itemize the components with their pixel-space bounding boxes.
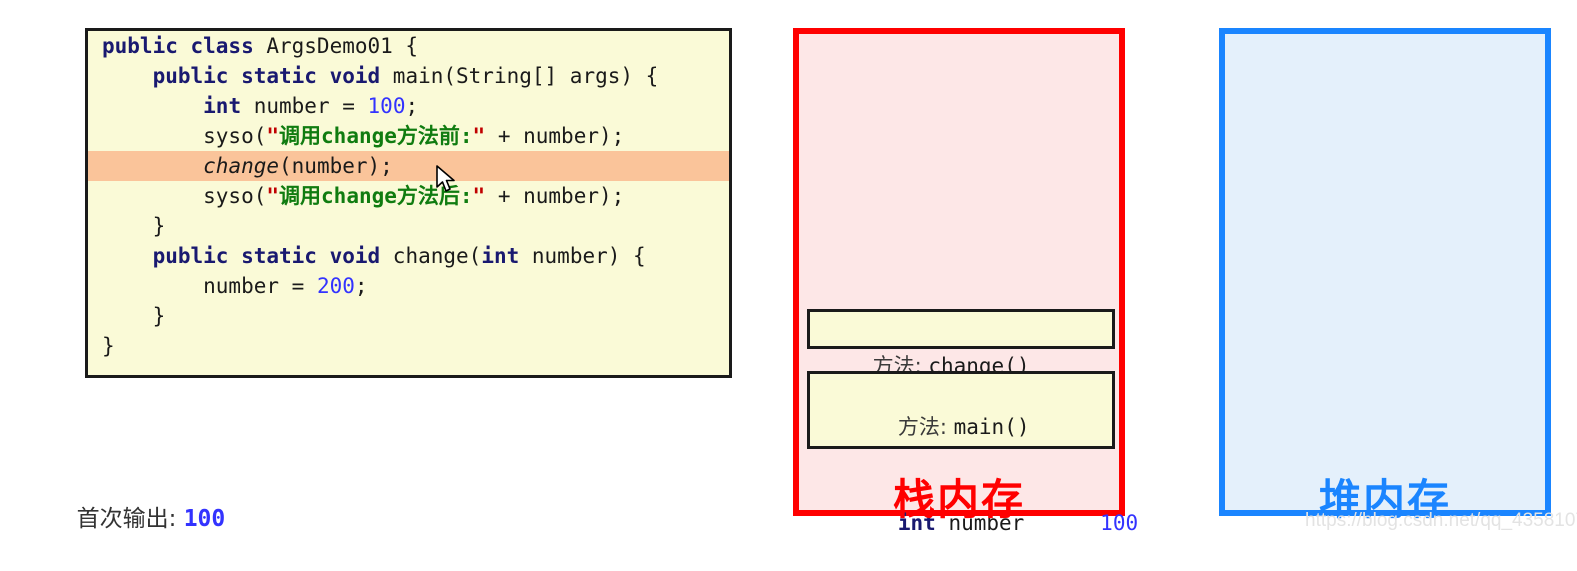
- code-token-plain: syso(: [102, 124, 267, 148]
- code-line: syso("调用change方法前:" + number);: [88, 121, 729, 151]
- code-line: }: [88, 301, 729, 331]
- code-line: public static void main(String[] args) {: [88, 61, 729, 91]
- code-line: number = 200;: [88, 271, 729, 301]
- first-output-value: 100: [183, 506, 226, 532]
- watermark: https://blog.csdn.net/qq_43581078: [1305, 510, 1577, 531]
- code-line: int number = 100;: [88, 91, 729, 121]
- stack-frame-change: 方法: change(): [807, 309, 1115, 378]
- code-token-quote: ": [266, 184, 280, 208]
- stack-memory-panel: 方法: change() 方法: main() int number 100 栈…: [793, 28, 1138, 535]
- code-token-plain: }: [102, 214, 166, 238]
- first-output-label: 首次输出:: [76, 506, 184, 532]
- code-listing: public class ArgsDemo01 { public static …: [88, 31, 729, 361]
- code-token-quote: ": [472, 124, 486, 148]
- code-token-kw: int: [481, 244, 520, 268]
- frame-main-title: 方法: main(): [822, 379, 1112, 475]
- code-token-plain: change(: [380, 244, 482, 268]
- code-token-kw: int: [203, 94, 242, 118]
- code-token-plain: main(String[] args) {: [380, 64, 659, 88]
- frame-main-title-prefix: 方法:: [897, 415, 954, 439]
- code-token-num: 100: [367, 94, 406, 118]
- code-token-str: 调用change方法前:: [279, 124, 473, 148]
- code-token-quote: ": [266, 124, 280, 148]
- code-token-kw: public static void: [152, 244, 381, 268]
- code-token-plain: }: [102, 304, 166, 328]
- code-line: public class ArgsDemo01 {: [88, 31, 729, 61]
- code-line: change(number);: [88, 151, 729, 181]
- stack-memory-label: 栈内存: [892, 475, 1025, 524]
- code-line: public static void change(int number) {: [88, 241, 729, 271]
- code-token-kw: public static void: [152, 64, 381, 88]
- code-token-plain: + number);: [485, 124, 625, 148]
- code-token-quote: ": [472, 184, 486, 208]
- stack-frame-main: 方法: main() int number 100: [807, 371, 1138, 535]
- code-token-plain: (number);: [279, 154, 393, 178]
- code-token-plain: number) {: [519, 244, 646, 268]
- code-token-num: 200: [316, 274, 355, 298]
- code-token-plain: syso(: [102, 184, 267, 208]
- code-token-plain: ArgsDemo01 {: [253, 34, 419, 58]
- first-output-line: 首次输出: 100: [62, 473, 226, 533]
- code-line: }: [88, 331, 729, 361]
- code-token-plain: ;: [354, 274, 368, 298]
- code-token-plain: }: [102, 334, 115, 358]
- frame-main-title-method: main(): [953, 415, 1030, 439]
- code-token-plain: ;: [405, 94, 419, 118]
- heap-memory-panel: 堆内存: [1219, 28, 1551, 524]
- code-token-kw: public class: [102, 34, 254, 58]
- code-token-plain: + number);: [485, 184, 625, 208]
- code-token-ital: change: [203, 154, 280, 178]
- code-line: syso("调用change方法后:" + number);: [88, 181, 729, 211]
- code-line: }: [88, 211, 729, 241]
- code-token-str: 调用change方法后:: [279, 184, 473, 208]
- code-token-plain: number =: [241, 94, 368, 118]
- code-token-plain: number =: [102, 274, 317, 298]
- code-block: public class ArgsDemo01 { public static …: [85, 28, 732, 378]
